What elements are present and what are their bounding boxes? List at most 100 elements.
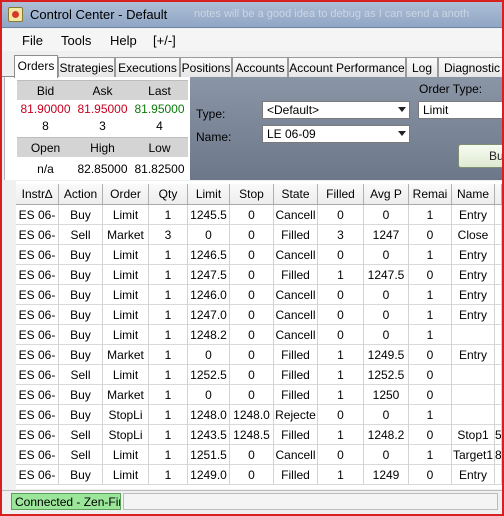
grid-header-row: Instr∆ Action Order Qty Limit Stop State… — [16, 184, 502, 205]
column-header-name[interactable]: Name — [452, 184, 495, 204]
cell-order-type: Limit — [103, 245, 149, 265]
open-value: n/a — [37, 162, 54, 176]
cell-avg-price: 1247 — [364, 225, 409, 245]
cell-extra — [495, 365, 502, 385]
tab-log[interactable]: Log — [406, 57, 438, 77]
column-header-instrument[interactable]: Instr∆ — [16, 184, 59, 204]
cell-action: Buy — [59, 385, 103, 405]
cell-stop-price: 0 — [230, 205, 274, 225]
cell-limit-price: 1245.5 — [188, 205, 230, 225]
cell-filled: 0 — [318, 405, 364, 425]
title-bar[interactable]: Control Center - Default notes will be a… — [2, 2, 502, 28]
cell-qty: 1 — [149, 245, 188, 265]
tab-positions[interactable]: Positions — [180, 57, 232, 77]
tab-orders[interactable]: Orders — [14, 55, 58, 78]
table-row[interactable]: ES 06- Sell Limit 1 1251.5 0 Cancell 0 0 1 Target1… — [16, 445, 502, 465]
high-header: High — [90, 141, 115, 155]
column-header-extra — [495, 184, 502, 204]
open-header: Open — [30, 141, 61, 155]
table-row[interactable]: ES 06- Sell StopLi 1 1243.5 1248.5 Filled 1 1248… — [16, 425, 502, 445]
column-header-filled[interactable]: Filled — [318, 184, 364, 204]
column-header-order[interactable]: Order — [103, 184, 149, 204]
column-header-qty[interactable]: Qty — [149, 184, 188, 204]
status-bar: Connected - Zen-Fire — [2, 490, 502, 514]
cell-extra — [495, 345, 502, 365]
cell-name: Entry — [452, 245, 495, 265]
chevron-down-icon — [398, 131, 406, 136]
orders-grid[interactable]: Instr∆ Action Order Qty Limit Stop State… — [16, 181, 502, 489]
name-select[interactable]: LE 06-09 — [262, 125, 410, 143]
column-header-limit[interactable]: Limit — [188, 184, 230, 204]
cell-filled: 1 — [318, 425, 364, 445]
cell-extra: 5 — [495, 425, 502, 445]
cell-name: Entry — [452, 285, 495, 305]
cell-order-type: StopLi — [103, 405, 149, 425]
tab-account-performance[interactable]: Account Performance — [288, 57, 406, 77]
order-type-select[interactable]: Limit — [418, 101, 502, 119]
status-bar-panel — [123, 493, 498, 510]
cell-action: Buy — [59, 405, 103, 425]
cell-avg-price: 0 — [364, 405, 409, 425]
cell-instrument: ES 06- — [16, 345, 59, 365]
table-row[interactable]: ES 06- Buy Limit 1 1247.5 0 Filled 1 1247.5 0 Entr… — [16, 265, 502, 285]
table-row[interactable]: ES 06- Buy StopLi 1 1248.0 1248.0 Rejecte 0 0 1 — [16, 405, 502, 425]
cell-remaining: 0 — [409, 265, 452, 285]
tab-accounts[interactable]: Accounts — [232, 57, 288, 77]
cell-action: Sell — [59, 445, 103, 465]
table-row[interactable]: ES 06- Sell Market 3 0 0 Filled 3 1247 0 Close — [16, 225, 502, 245]
cell-filled: 0 — [318, 205, 364, 225]
column-header-remaining[interactable]: Remai — [409, 184, 452, 204]
tab-diagnostic[interactable]: Diagnostic — [438, 57, 502, 77]
cell-instrument: ES 06- — [16, 465, 59, 485]
table-row[interactable]: ES 06- Sell Limit 1 1252.5 0 Filled 1 1252.5 0 — [16, 365, 502, 385]
cell-stop-price: 1248.0 — [230, 405, 274, 425]
cell-filled: 1 — [318, 385, 364, 405]
column-header-stop[interactable]: Stop — [230, 184, 274, 204]
quote-header-row: Bid Ask Last — [17, 80, 188, 100]
cell-qty: 1 — [149, 345, 188, 365]
column-header-avg-price[interactable]: Avg P — [364, 184, 409, 204]
cell-qty: 1 — [149, 365, 188, 385]
tab-strategies[interactable]: Strategies — [58, 57, 115, 77]
type-select[interactable]: <Default> — [262, 101, 410, 119]
table-row[interactable]: ES 06- Buy Market 1 0 0 Filled 1 1250 0 — [16, 385, 502, 405]
cell-limit-price: 0 — [188, 345, 230, 365]
cell-avg-price: 0 — [364, 205, 409, 225]
menu-help[interactable]: Help — [110, 33, 137, 48]
column-header-action[interactable]: Action — [59, 184, 103, 204]
cell-qty: 3 — [149, 225, 188, 245]
cell-remaining: 1 — [409, 245, 452, 265]
cell-limit-price: 1248.2 — [188, 325, 230, 345]
bid-size: 8 — [42, 119, 49, 133]
tab-executions[interactable]: Executions — [115, 57, 180, 77]
table-row[interactable]: ES 06- Buy Limit 1 1249.0 0 Filled 1 1249 0 Entry — [16, 465, 502, 485]
cell-stop-price: 0 — [230, 245, 274, 265]
cell-stop-price: 0 — [230, 445, 274, 465]
table-row[interactable]: ES 06- Buy Limit 1 1245.5 0 Cancell 0 0 1 Entry — [16, 205, 502, 225]
cell-name: Stop1 — [452, 425, 495, 445]
cell-qty: 1 — [149, 445, 188, 465]
cell-name — [452, 385, 495, 405]
menu-toggle[interactable]: [+/-] — [153, 33, 176, 48]
cell-extra — [495, 245, 502, 265]
table-row[interactable]: ES 06- Buy Limit 1 1246.5 0 Cancell 0 0 1 Entry — [16, 245, 502, 265]
cell-avg-price: 1249.5 — [364, 345, 409, 365]
table-row[interactable]: ES 06- Buy Market 1 0 0 Filled 1 1249.5 0 Entry — [16, 345, 502, 365]
table-row[interactable]: ES 06- Buy Limit 1 1246.0 0 Cancell 0 0 1 Entry — [16, 285, 502, 305]
menu-file[interactable]: File — [22, 33, 43, 48]
buy-button[interactable]: Bu — [458, 144, 502, 168]
cell-avg-price: 1248.2 — [364, 425, 409, 445]
menu-bar: File Tools Help [+/-] — [2, 29, 502, 51]
column-header-state[interactable]: State — [274, 184, 318, 204]
cell-name: Entry — [452, 345, 495, 365]
cell-instrument: ES 06- — [16, 285, 59, 305]
cell-avg-price: 1249 — [364, 465, 409, 485]
cell-action: Buy — [59, 305, 103, 325]
cell-order-type: Limit — [103, 465, 149, 485]
cell-order-type: Limit — [103, 265, 149, 285]
cell-filled: 0 — [318, 285, 364, 305]
table-row[interactable]: ES 06- Buy Limit 1 1247.0 0 Cancell 0 0 1 Entry — [16, 305, 502, 325]
cell-limit-price: 0 — [188, 225, 230, 245]
table-row[interactable]: ES 06- Buy Limit 1 1248.2 0 Cancell 0 0 1 — [16, 325, 502, 345]
menu-tools[interactable]: Tools — [61, 33, 91, 48]
